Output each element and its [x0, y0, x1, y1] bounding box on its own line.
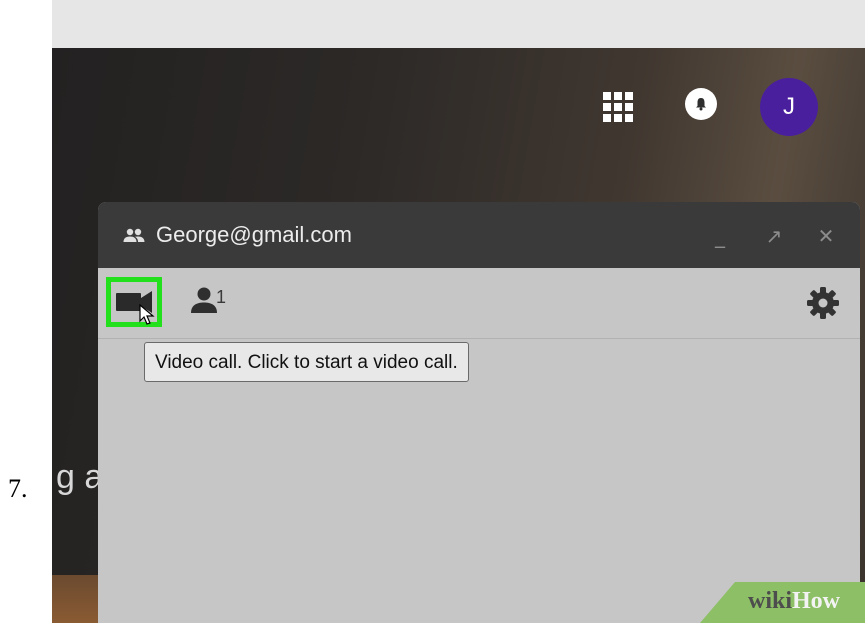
apps-grid-icon[interactable] [599, 88, 635, 124]
minimize-button[interactable]: _ [708, 224, 732, 248]
popout-button[interactable]: ↗ [762, 224, 786, 248]
app-screenshot: J g a George@gmail.com _ ↗ ✕ 1 Video cal… [52, 0, 865, 623]
video-call-tooltip: Video call. Click to start a video call. [144, 342, 469, 382]
chat-toolbar: 1 [98, 268, 860, 339]
watermark-wiki: wiki [748, 588, 793, 614]
chat-window: George@gmail.com _ ↗ ✕ 1 Video call. Cli… [98, 202, 860, 623]
account-avatar[interactable]: J [760, 78, 818, 136]
video-call-button[interactable] [106, 277, 162, 327]
step-number: 7. [8, 474, 28, 503]
people-icon [123, 228, 145, 242]
watermark-how: How [792, 588, 841, 614]
notifications-bell-icon[interactable] [685, 88, 717, 120]
top-band [52, 0, 865, 48]
mouse-pointer-icon [139, 304, 155, 325]
background-decoration [52, 575, 98, 623]
participant-count: 1 [216, 287, 227, 307]
bell-icon [696, 98, 706, 111]
chat-header[interactable]: George@gmail.com _ ↗ ✕ [98, 202, 860, 268]
gear-icon[interactable] [806, 286, 840, 320]
chat-title: George@gmail.com [156, 222, 352, 247]
close-button[interactable]: ✕ [814, 224, 838, 248]
background-heading-fragment: g a [56, 458, 104, 496]
